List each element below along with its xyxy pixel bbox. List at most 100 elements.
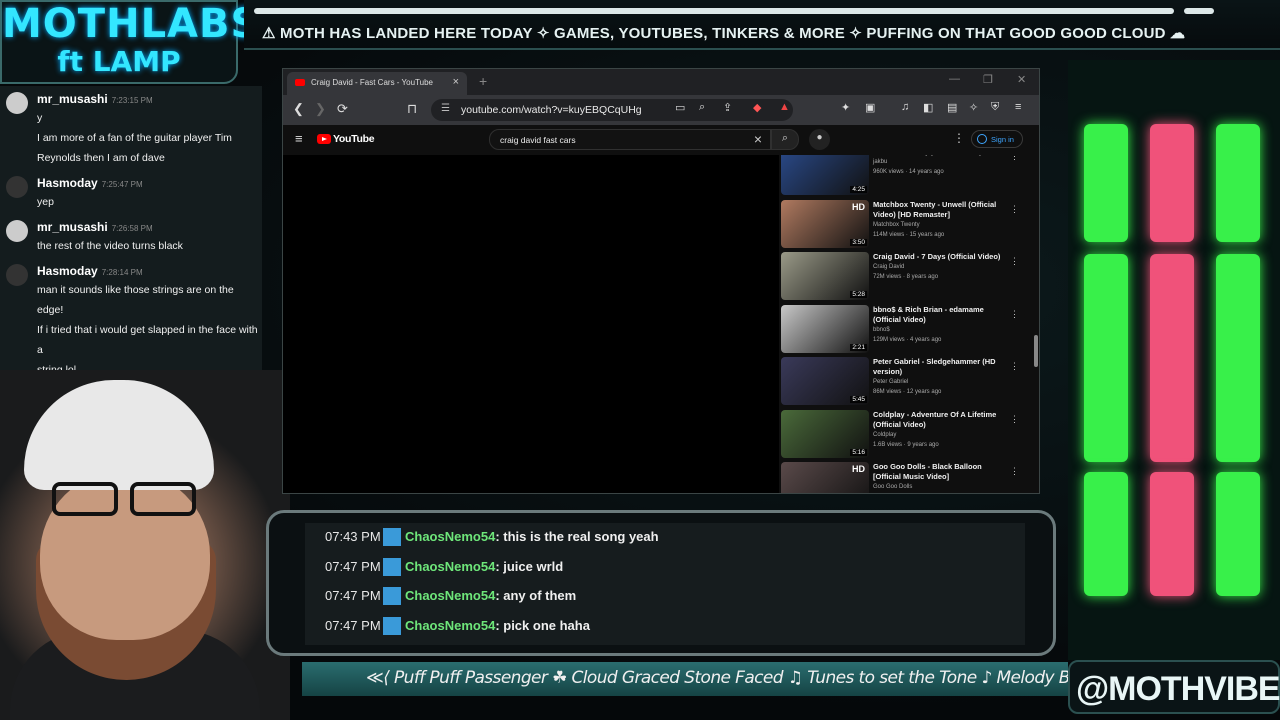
related-videos: 4:25Premier Remix) (feat. Mos Def)jakbu9… <box>781 155 1027 493</box>
video-duration: 3:50 <box>850 238 867 246</box>
video-title[interactable]: Peter Gabriel - Sledgehammer (HD version… <box>873 357 1003 377</box>
url-text: youtube.com/watch?v=kuyEBQCqUHg <box>461 104 642 116</box>
chat-row: 07:43 PM ChaosNemo54: this is the real so… <box>305 523 1025 553</box>
chat-timestamp: 7:25:47 PM <box>101 180 143 189</box>
chat-message: Hasmoday 7:25:47 PM yep <box>0 174 262 212</box>
video-thumbnail[interactable]: 5:16 <box>781 409 869 458</box>
video-player[interactable] <box>283 155 779 493</box>
neon-segment <box>1150 124 1194 242</box>
sign-in-button[interactable]: Sign in <box>971 130 1023 148</box>
account-icon <box>977 134 987 144</box>
video-thumbnail[interactable]: 4:25 <box>781 155 869 195</box>
site-info-icon[interactable]: ☰ <box>441 103 450 114</box>
chat-row: 07:47 PM ChaosNemo54: pick one haha <box>305 612 1025 642</box>
video-channel[interactable]: Craig David <box>873 262 1003 272</box>
related-video[interactable]: 4:25Premier Remix) (feat. Mos Def)jakbu9… <box>781 155 1027 198</box>
sidebar-icon[interactable]: ◧ <box>923 101 933 114</box>
channel-handle-text: @MOTHVIBE <box>1076 670 1280 708</box>
minimize-icon[interactable]: — <box>949 73 960 85</box>
voice-search-button[interactable]: ● <box>809 129 830 150</box>
share-icon[interactable]: ⇪ <box>723 101 732 114</box>
tab-youtube[interactable]: Craig David - Fast Cars - YouTube × <box>287 72 467 95</box>
related-video[interactable]: 2:21 bbno$ & Rich Brian - edamame (Offici… <box>781 303 1027 356</box>
maximize-icon[interactable]: ❐ <box>983 73 993 86</box>
settings-kebab-icon[interactable]: ⋮ <box>953 131 965 145</box>
video-thumbnail[interactable]: HD <box>781 462 869 493</box>
chat-line: y <box>37 112 43 124</box>
reader-icon[interactable]: ▣ <box>865 101 875 114</box>
top-ticker-text: ⚠ MOTH HAS LANDED HERE TODAY ✧ GAMES, YO… <box>262 25 1186 42</box>
address-bar[interactable]: ☰ youtube.com/watch?v=kuyEBQCqUHg <box>431 99 793 121</box>
cast-icon[interactable]: ▭ <box>675 101 685 114</box>
hd-badge: HD <box>852 464 865 474</box>
extensions-icon[interactable]: ✦ <box>841 101 850 114</box>
neon-segment <box>1150 254 1194 462</box>
nav-bar: ❮ ❯ ⟳ ⊓ ☰ youtube.com/watch?v=kuyEBQCqUH… <box>283 95 1039 125</box>
related-video[interactable]: HD Goo Goo Dolls - Black Balloon [Officia… <box>781 460 1027 493</box>
search-input[interactable]: craig david fast cars × <box>489 129 771 150</box>
chat-timestamp: 7:23:15 PM <box>111 96 153 105</box>
video-channel[interactable]: Coldplay <box>873 430 1003 440</box>
menu-icon[interactable]: ≡ <box>1015 101 1021 113</box>
youtube-wordmark[interactable]: YouTube <box>333 133 375 145</box>
video-title[interactable]: Matchbox Twenty - Unwell (Official Video… <box>873 200 1003 220</box>
leo-icon[interactable]: ✧ <box>969 101 978 114</box>
video-menu-icon[interactable]: ⋮ <box>1010 155 1019 162</box>
video-menu-icon[interactable]: ⋮ <box>1010 414 1019 425</box>
search-button[interactable]: ⌕ <box>771 129 799 150</box>
bookmark-icon[interactable]: ⊓ <box>407 101 417 117</box>
neon-segment <box>1216 124 1260 242</box>
chat-row: 07:47 PM ChaosNemo54: any of them <box>305 582 1025 612</box>
vpn-icon[interactable]: ⛨ <box>991 101 999 114</box>
related-video[interactable]: HD 3:50 Matchbox Twenty - Unwell (Official… <box>781 198 1027 251</box>
mic-icon: ● <box>816 132 823 143</box>
hammer-badge-icon <box>383 616 401 635</box>
related-video[interactable]: 5:28 Craig David - 7 Days (Official Video… <box>781 250 1027 303</box>
wallet-icon[interactable]: ▤ <box>947 101 957 114</box>
video-menu-icon[interactable]: ⋮ <box>1010 256 1019 267</box>
tab-title: Craig David - Fast Cars - YouTube <box>311 78 433 87</box>
video-stats: 114M views · 15 years ago <box>873 231 945 238</box>
media-icon[interactable]: ♫ <box>901 101 909 113</box>
neon-segment <box>1150 472 1194 596</box>
video-channel[interactable]: jakbu <box>873 157 1003 167</box>
scrollbar-thumb[interactable] <box>1034 335 1038 367</box>
rewards-icon[interactable]: ▲ <box>779 101 790 113</box>
related-video[interactable]: 5:45 Peter Gabriel - Sledgehammer (HD ver… <box>781 355 1027 408</box>
youtube-logo-icon[interactable] <box>317 134 331 144</box>
video-channel[interactable]: Matchbox Twenty <box>873 220 1003 230</box>
bottom-chat: 07:43 PM ChaosNemo54: this is the real so… <box>266 510 1056 656</box>
video-menu-icon[interactable]: ⋮ <box>1010 361 1019 372</box>
video-thumbnail[interactable]: 5:45 <box>781 357 869 405</box>
back-icon[interactable]: ❮ <box>293 101 304 117</box>
video-title[interactable]: Craig David - 7 Days (Official Video) <box>873 252 1003 262</box>
close-tab-icon[interactable]: × <box>453 76 459 88</box>
video-title[interactable]: Coldplay - Adventure Of A Lifetime (Offi… <box>873 410 1003 430</box>
zoom-icon[interactable]: ⌕ <box>699 101 705 114</box>
video-thumbnail[interactable]: 5:28 <box>781 252 869 300</box>
video-title[interactable]: Goo Goo Dolls - Black Balloon [Official … <box>873 462 1003 482</box>
close-window-icon[interactable]: ✕ <box>1017 73 1026 86</box>
ticker-progress-end <box>1184 8 1214 14</box>
reload-icon[interactable]: ⟳ <box>337 101 348 117</box>
video-channel[interactable]: Peter Gabriel <box>873 377 1003 387</box>
video-channel[interactable]: Goo Goo Dolls <box>873 482 1003 492</box>
video-title[interactable]: bbno$ & Rich Brian - edamame (Official V… <box>873 305 1003 325</box>
video-menu-icon[interactable]: ⋮ <box>1010 309 1019 320</box>
neon-segment <box>1084 254 1128 462</box>
related-video[interactable]: 5:16 Coldplay - Adventure Of A Lifetime (… <box>781 408 1027 461</box>
webcam-hat <box>24 380 214 490</box>
video-menu-icon[interactable]: ⋮ <box>1010 466 1019 477</box>
page-scrollbar[interactable] <box>1033 131 1039 493</box>
video-channel[interactable]: bbno$ <box>873 325 1003 335</box>
neon-segment <box>1084 124 1128 242</box>
new-tab-icon[interactable]: + <box>479 73 487 89</box>
video-thumbnail[interactable]: HD 3:50 <box>781 199 869 248</box>
clear-search-icon[interactable]: × <box>754 131 762 147</box>
guide-menu-icon[interactable]: ≡ <box>295 131 303 146</box>
brave-shield-icon[interactable]: ◆ <box>753 101 761 114</box>
forward-icon[interactable]: ❯ <box>315 101 326 117</box>
youtube-favicon-icon <box>295 79 305 86</box>
video-menu-icon[interactable]: ⋮ <box>1010 204 1019 215</box>
video-thumbnail[interactable]: 2:21 <box>781 304 869 353</box>
